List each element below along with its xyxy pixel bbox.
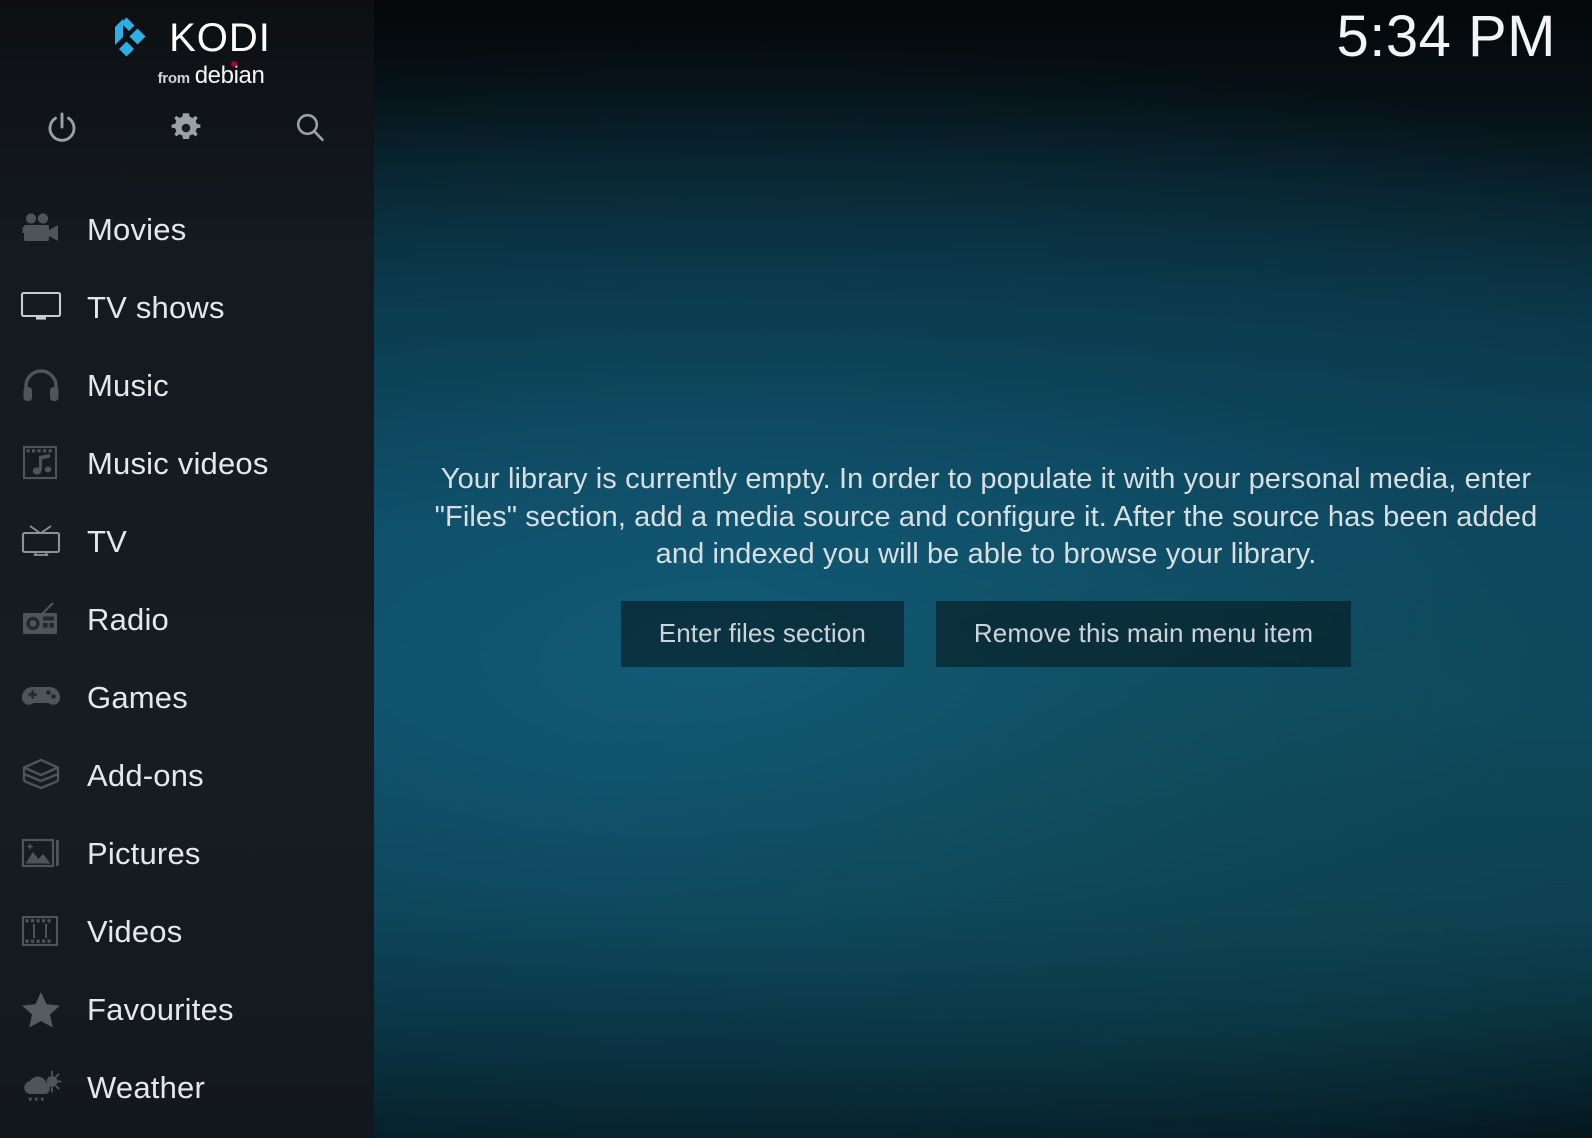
open-box-icon [8,758,74,792]
main-menu: Movies TV shows Music Music videos TV Ra… [0,190,374,1126]
music-film-icon [8,445,74,481]
sidebar-item-music[interactable]: Music [0,346,374,424]
logo-subtitle: from debian [157,61,265,89]
sidebar-item-label: Add-ons [87,757,204,793]
enter-files-section-button[interactable]: Enter files section [620,601,904,668]
retro-tv-icon [8,524,74,558]
sidebar-item-pictures[interactable]: Pictures [0,814,374,892]
sidebar-item-movies[interactable]: Movies [0,190,374,268]
logo-from-label: from [157,70,190,87]
sidebar-item-radio[interactable]: Radio [0,580,374,658]
kodi-logo: KODI from debian [0,14,374,90]
cloud-sun-rain-icon [8,1070,74,1104]
radio-icon [8,601,74,637]
empty-library-panel: Your library is currently empty. In orde… [380,0,1592,1138]
sidebar-item-label: Music [87,367,169,403]
photo-icon [8,836,74,870]
star-icon [8,990,74,1028]
power-icon [48,112,76,142]
search-icon [296,113,324,142]
logo-wordmark: KODI [169,16,271,60]
remove-main-menu-item-button[interactable]: Remove this main menu item [935,601,1352,668]
logo-distro-label: debian [194,61,265,89]
sidebar-item-label: Videos [87,913,183,949]
sidebar-item-label: TV [87,523,128,559]
search-button[interactable] [248,100,372,156]
sidebar: KODI from debian Movies TV shows Music M… [0,0,374,1138]
gear-icon [171,113,201,139]
sidebar-item-add-ons[interactable]: Add-ons [0,736,374,814]
movie-camera-icon [8,212,74,246]
sidebar-toolbar [0,100,374,156]
sidebar-item-label: Weather [87,1069,205,1105]
sidebar-item-label: Games [87,679,188,715]
clock: 5:34 PM [1336,4,1556,69]
sidebar-item-label: TV shows [87,289,225,325]
sidebar-item-favourites[interactable]: Favourites [0,970,374,1048]
television-icon [8,291,74,323]
logo-row: KODI [103,14,271,62]
empty-library-actions: Enter files section Remove this main men… [620,601,1352,668]
sidebar-item-videos[interactable]: Videos [0,892,374,970]
kodi-logo-mark [115,17,146,57]
film-strip-icon [8,915,74,947]
sidebar-item-label: Music videos [87,445,269,481]
gamepad-icon [8,683,74,711]
sidebar-item-tv[interactable]: TV [0,502,374,580]
sidebar-item-weather[interactable]: Weather [0,1048,374,1126]
headphones-icon [8,368,74,402]
sidebar-item-label: Favourites [87,991,234,1027]
sidebar-item-label: Radio [87,601,169,637]
power-button[interactable] [0,100,124,156]
sidebar-item-music-videos[interactable]: Music videos [0,424,374,502]
settings-button[interactable] [124,100,248,156]
sidebar-item-tv-shows[interactable]: TV shows [0,268,374,346]
sidebar-item-label: Pictures [87,835,201,871]
empty-library-message: Your library is currently empty. In orde… [434,462,1538,571]
sidebar-item-label: Movies [87,211,187,247]
sidebar-item-games[interactable]: Games [0,658,374,736]
kodi-home-screen: 5:34 PM Your library is currently empty.… [0,0,1592,1138]
logo-distro-text: debian [194,62,265,89]
